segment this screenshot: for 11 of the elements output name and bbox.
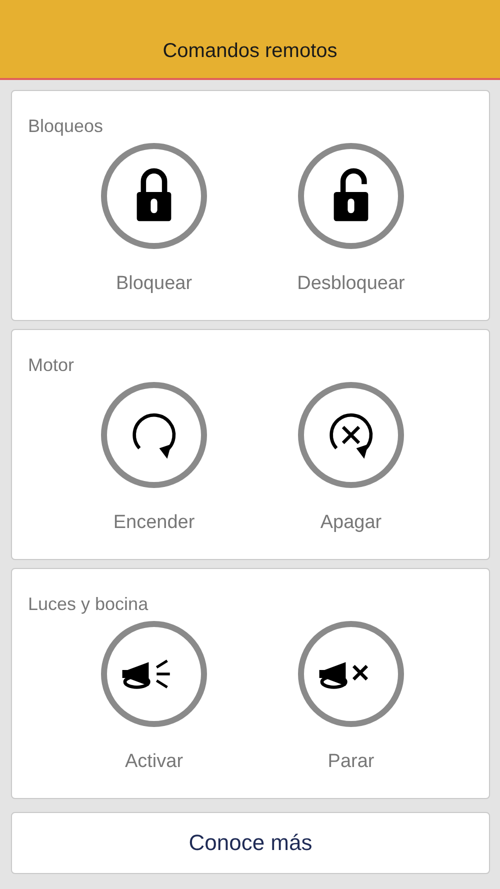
command-label: Desbloquear — [297, 273, 405, 295]
screen-title: Comandos remotos — [162, 40, 338, 63]
command-label: Encender — [113, 512, 195, 534]
section-title: Motor — [28, 354, 76, 376]
command-label: Activar — [124, 751, 184, 773]
command-label: Apagar — [320, 512, 382, 534]
section-title: Luces y bocina — [28, 593, 150, 615]
command-label: Bloquear — [116, 273, 192, 295]
learn-more-button[interactable]: Conoce más — [11, 812, 490, 874]
command-label: Parar — [328, 751, 374, 773]
section-title: Bloqueos — [28, 115, 104, 137]
